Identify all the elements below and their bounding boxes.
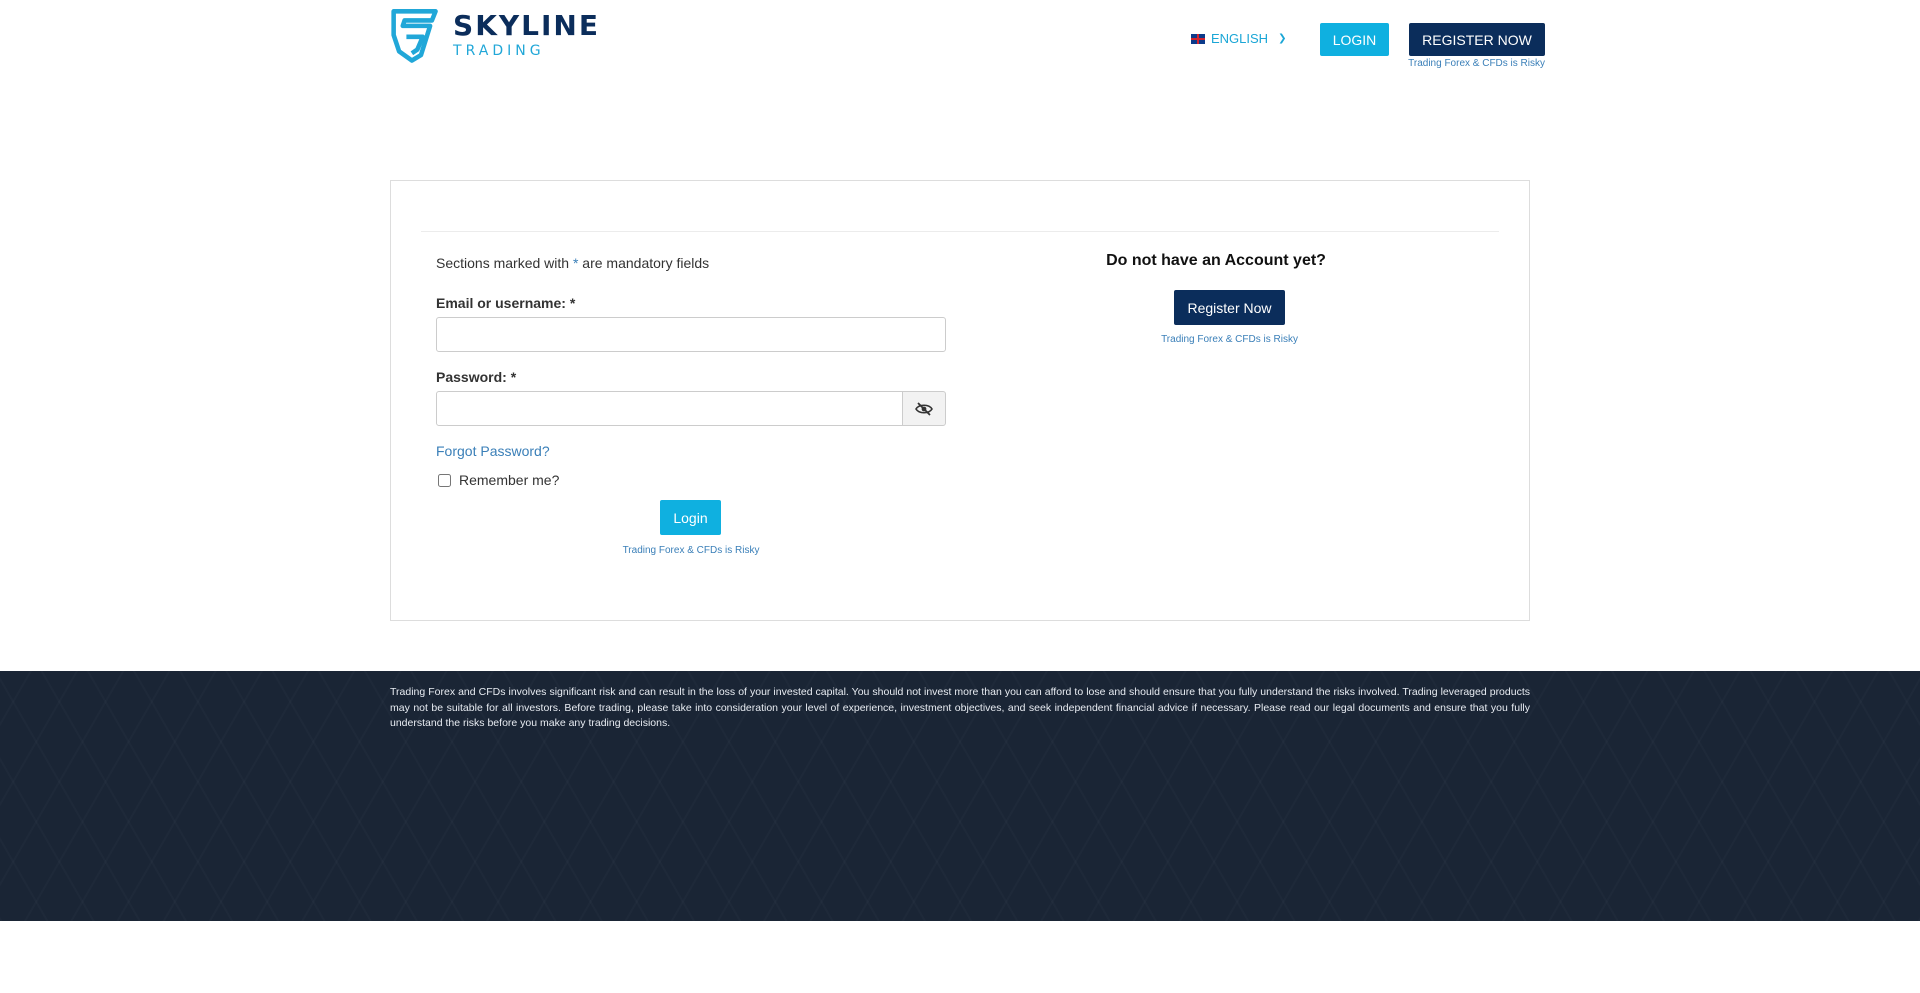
no-account-heading: Do not have an Account yet? [1106, 252, 1326, 269]
language-selector[interactable]: ENGLISH ❯ [1191, 31, 1286, 46]
logo-main-text: SKYLINE [453, 9, 600, 42]
eye-slash-icon [915, 401, 933, 416]
mandatory-suffix: are mandatory fields [578, 255, 710, 271]
password-field[interactable] [436, 391, 903, 426]
email-field[interactable] [436, 317, 946, 352]
header-register-button[interactable]: REGISTER NOW [1409, 23, 1545, 56]
risk-disclaimer: Trading Forex and CFDs involves signific… [390, 686, 1530, 729]
skyline-shield-logo-icon [391, 9, 438, 63]
logo-sub-text: TRADING [453, 43, 545, 59]
register-button[interactable]: Register Now [1174, 290, 1285, 325]
header-login-button[interactable]: LOGIN [1320, 23, 1389, 56]
email-label: Email or username: * [436, 295, 576, 311]
forgot-password-link[interactable]: Forgot Password? [436, 443, 550, 459]
remember-me-checkbox[interactable] [438, 473, 451, 487]
mandatory-prefix: Sections marked with [436, 255, 573, 271]
register-risk-note: Trading Forex & CFDs is Risky [1161, 334, 1298, 345]
login-panel: Sections marked with * are mandatory fie… [390, 180, 1530, 621]
uk-flag-icon [1191, 33, 1205, 44]
chevron-down-icon: ❯ [1278, 33, 1287, 44]
mandatory-note: Sections marked with * are mandatory fie… [436, 255, 709, 271]
site-footer: Trading Forex and CFDs involves signific… [0, 671, 1920, 921]
login-risk-note: Trading Forex & CFDs is Risky [622, 545, 760, 556]
header-risk-note: Trading Forex & CFDs is Risky [1408, 58, 1545, 69]
password-label: Password: * [436, 369, 517, 385]
remember-me[interactable]: Remember me? [438, 472, 559, 488]
toggle-password-button[interactable] [902, 391, 946, 426]
panel-divider [421, 231, 1499, 232]
login-button[interactable]: Login [660, 500, 721, 535]
language-label: ENGLISH [1211, 31, 1269, 46]
site-header: SKYLINE TRADING ENGLISH ❯ LOGIN REGISTER… [0, 0, 1920, 80]
skyline-logo[interactable]: SKYLINE TRADING [390, 5, 600, 65]
remember-me-label: Remember me? [459, 472, 560, 488]
